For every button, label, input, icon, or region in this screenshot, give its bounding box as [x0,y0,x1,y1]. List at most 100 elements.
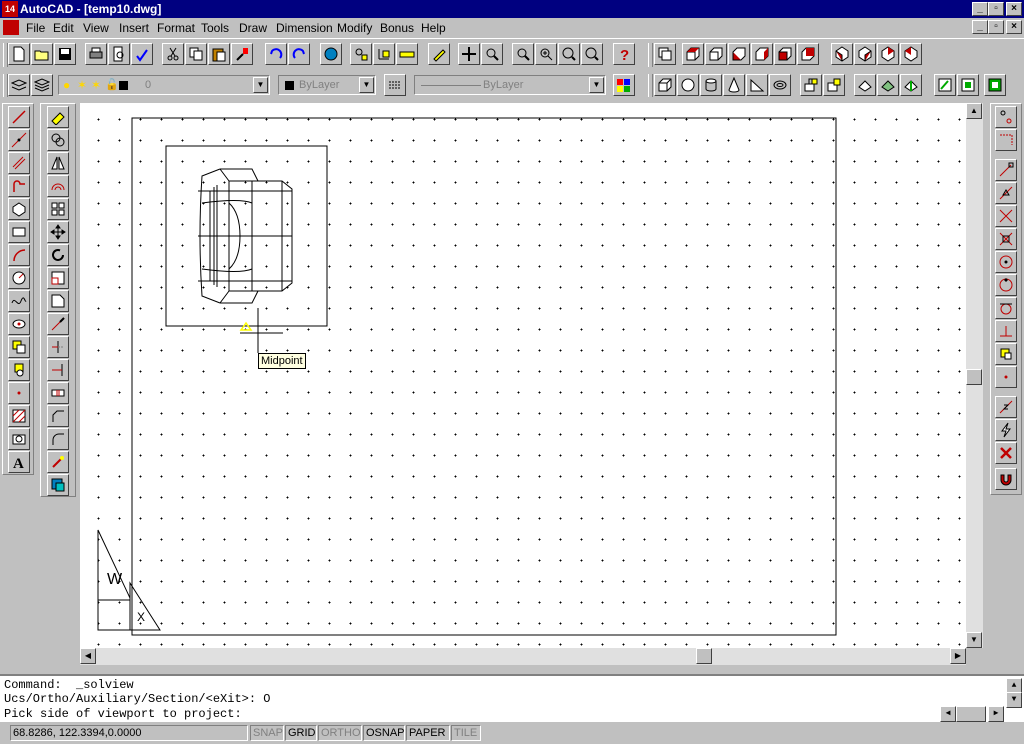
box-button[interactable] [654,74,676,96]
minimize-button[interactable]: _ [972,2,988,16]
zoom-previous-button[interactable] [558,43,580,65]
spelling-button[interactable] [131,43,153,65]
linetype-dropdown[interactable]: ByLayer ▼ [414,75,606,95]
rotate-button[interactable] [47,244,69,266]
multiline-text-button[interactable]: A [8,451,30,473]
array-button[interactable] [47,198,69,220]
tracking-button[interactable] [995,106,1017,128]
bottom-view-button[interactable] [705,43,727,65]
color-dropdown[interactable]: ByLayer ▼ [278,75,376,95]
menu-edit[interactable]: Edit [53,21,74,35]
vertical-scrollbar[interactable]: ▲ ▼ [966,103,983,648]
move-button[interactable] [47,221,69,243]
tile-toggle[interactable]: TILE [451,725,481,741]
new-button[interactable] [8,43,30,65]
print-button[interactable] [85,43,107,65]
cut-button[interactable] [162,43,184,65]
coordinate-display[interactable]: 68.8286, 122.3394,0.0000 [10,725,248,741]
wedge-button[interactable] [746,74,768,96]
redraw-button[interactable] [428,43,450,65]
open-button[interactable] [31,43,53,65]
match-properties-button[interactable] [231,43,253,65]
rectangle-button[interactable] [8,221,30,243]
color-dropdown-arrow[interactable]: ▼ [359,77,374,93]
cylinder-button[interactable] [700,74,722,96]
snap-center-button[interactable] [995,251,1017,273]
extend-button[interactable] [47,359,69,381]
menu-insert[interactable]: Insert [119,21,149,35]
revolve-button[interactable] [823,74,845,96]
drawing-geometry[interactable] [80,103,966,648]
inquiry-button[interactable] [396,43,418,65]
snap-endpoint-button[interactable] [995,159,1017,181]
explode-button[interactable] [47,451,69,473]
left-view-button[interactable] [728,43,750,65]
ucs-button[interactable] [373,43,395,65]
properties-modify-button[interactable] [47,474,69,496]
torus-button[interactable] [769,74,791,96]
snap-node-button[interactable] [995,366,1017,388]
paste-button[interactable] [208,43,230,65]
doc-restore-button[interactable]: ▫ [988,20,1004,34]
stretch-button[interactable] [47,290,69,312]
undo-button[interactable] [265,43,287,65]
command-scroll-left[interactable]: ◀ [940,706,956,722]
make-block-button[interactable] [8,359,30,381]
snap-none-button[interactable] [995,442,1017,464]
close-button[interactable]: × [1006,2,1022,16]
interference-button[interactable] [900,74,922,96]
spline-button[interactable] [8,290,30,312]
snap-intersection-button[interactable] [995,205,1017,227]
copy-object-button[interactable] [47,129,69,151]
menu-draw[interactable]: Draw [239,21,267,35]
polygon-button[interactable] [8,198,30,220]
snap-nearest-button[interactable] [995,396,1017,418]
linetype-dropdown-arrow[interactable]: ▼ [589,77,604,93]
make-layer-current-button[interactable] [8,74,30,96]
view-named-button[interactable] [654,43,676,65]
layer-dropdown[interactable]: ● ✶ ✶ 🔓 0 ▼ [58,75,270,95]
mirror-button[interactable] [47,152,69,174]
snap-toggle[interactable]: SNAP [250,725,284,741]
offset-button[interactable] [47,175,69,197]
sphere-button[interactable] [677,74,699,96]
front-view-button[interactable] [774,43,796,65]
snap-midpoint-button[interactable] [995,182,1017,204]
trim-button[interactable] [47,336,69,358]
ortho-toggle[interactable]: ORTHO [318,725,362,741]
menu-file[interactable]: File [26,21,45,35]
autocad-app-icon[interactable]: 14 [2,1,18,17]
setup-drawing-button[interactable] [934,74,956,96]
erase-button[interactable] [47,106,69,128]
scroll-right-button[interactable]: ▶ [950,648,966,664]
vertical-scroll-thumb[interactable] [966,369,982,385]
pan-button[interactable] [458,43,480,65]
fillet-button[interactable] [47,428,69,450]
horizontal-scroll-thumb[interactable] [696,648,712,664]
print-preview-button[interactable] [108,43,130,65]
setup-profile-button[interactable] [984,74,1006,96]
ellipse-button[interactable] [8,313,30,335]
point-button[interactable] [8,382,30,404]
line-button[interactable] [8,106,30,128]
zoom-realtime-button[interactable] [481,43,503,65]
copy-button[interactable] [185,43,207,65]
snap-quadrant-button[interactable] [995,274,1017,296]
scroll-left-button[interactable]: ◀ [80,648,96,664]
menu-format[interactable]: Format [157,21,195,35]
zoom-window-button[interactable] [512,43,534,65]
back-view-button[interactable] [797,43,819,65]
document-icon[interactable] [3,20,19,35]
horizontal-scrollbar[interactable]: ◀ ▶ [80,648,966,665]
zoom-extents-button[interactable] [581,43,603,65]
help-button[interactable]: ? [613,43,635,65]
menu-view[interactable]: View [83,21,109,35]
ne-iso-view-button[interactable] [877,43,899,65]
insert-block-button[interactable] [8,336,30,358]
menu-dimension[interactable]: Dimension [276,21,333,35]
command-window[interactable]: Command: _solview Ucs/Ortho/Auxiliary/Se… [0,674,1024,722]
region-button[interactable] [8,428,30,450]
scale-button[interactable] [47,267,69,289]
polyline-button[interactable] [8,175,30,197]
command-scroll-down[interactable]: ▼ [1006,692,1022,708]
